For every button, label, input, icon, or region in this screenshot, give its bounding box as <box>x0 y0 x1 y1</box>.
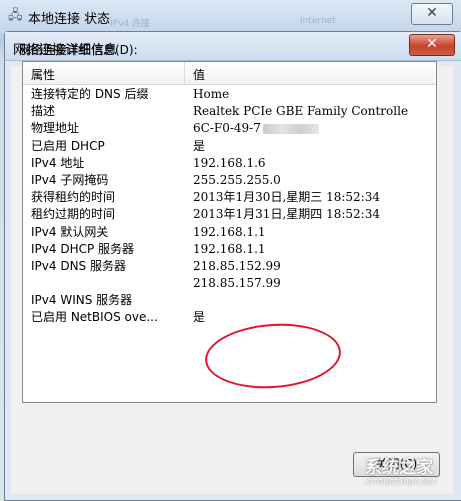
table-row[interactable]: 已启用 DHCP 是 <box>23 138 436 155</box>
list-rows: 连接特定的 DNS 后缀 Home 描述 Realtek PCIe GBE Fami… <box>23 86 436 327</box>
row-property: IPv4 DNS 服务器 <box>31 258 126 273</box>
table-row[interactable]: 物理地址 6C-F0-49-7 <box>23 120 436 137</box>
row-value: 218.85.157.99 <box>193 276 281 291</box>
parent-title-bar: 🖧 本地连接 状态 IPv4 连接 Internet ✕ <box>0 0 461 34</box>
row-value: 是 <box>193 310 206 325</box>
row-property: 租约过期的时间 <box>31 207 116 222</box>
row-value-wrap: 6C-F0-49-7 <box>193 120 319 137</box>
row-value: 255.255.255.0 <box>193 172 281 187</box>
table-row[interactable]: IPv4 DHCP 服务器 192.168.1.1 <box>23 241 436 258</box>
close-button[interactable]: 关闭(C) <box>353 452 440 477</box>
row-property: 物理地址 <box>31 121 80 136</box>
table-row[interactable]: IPv4 子网掩码 255.255.255.0 <box>23 172 436 189</box>
row-value: 6C-F0-49-7 <box>193 121 261 136</box>
table-row[interactable]: 连接特定的 DNS 后缀 Home <box>23 86 436 103</box>
table-row[interactable]: IPv4 地址 192.168.1.6 <box>23 155 436 172</box>
dialog-close-button[interactable]: ✕ <box>409 34 455 56</box>
table-row[interactable]: IPv4 WINS 服务器 <box>23 292 436 309</box>
parent-faded-tab: Internet <box>300 16 336 26</box>
table-row[interactable]: 描述 Realtek PCIe GBE Family Controlle <box>23 103 436 120</box>
row-value: 218.85.152.99 <box>193 258 281 273</box>
redacted-mac-blur <box>262 123 319 134</box>
parent-faded-tab: IPv4 连接 <box>110 19 150 29</box>
row-value: 192.168.1.6 <box>193 155 266 170</box>
row-property: 连接特定的 DNS 后缀 <box>31 87 149 101</box>
row-property: IPv4 地址 <box>31 155 85 170</box>
column-header-value[interactable]: 值 <box>193 66 205 83</box>
row-value: 192.168.1.1 <box>193 224 266 239</box>
row-property: 已启用 DHCP <box>31 138 105 153</box>
table-row[interactable]: 218.85.157.99 <box>23 275 436 292</box>
details-group-label: 网络连接详细信息(D): <box>19 43 138 57</box>
row-value: 2013年1月30日,星期三 18:52:34 <box>193 190 380 205</box>
table-row[interactable]: 租约过期的时间 2013年1月31日,星期四 18:52:34 <box>23 206 436 223</box>
table-row[interactable]: 已启用 NetBIOS ove... 是 <box>23 309 436 326</box>
table-row[interactable]: 获得租约的时间 2013年1月30日,星期三 18:52:34 <box>23 189 436 206</box>
row-value: Realtek PCIe GBE Family Controlle <box>193 104 409 119</box>
row-value: 192.168.1.1 <box>193 241 266 256</box>
row-value: 是 <box>193 138 206 153</box>
row-value: Home <box>193 87 230 101</box>
table-row[interactable]: IPv4 默认网关 192.168.1.1 <box>23 224 436 241</box>
list-header: 属性 值 <box>23 62 436 85</box>
table-row[interactable]: IPv4 DNS 服务器 218.85.152.99 <box>23 258 436 275</box>
row-value: 2013年1月31日,星期四 18:52:34 <box>193 207 380 222</box>
row-property: 描述 <box>31 104 56 119</box>
details-list[interactable]: 属性 值 连接特定的 DNS 后缀 Home 描述 Realtek PCIe GBE… <box>22 61 437 403</box>
column-divider[interactable] <box>184 62 185 84</box>
row-property: 获得租约的时间 <box>31 190 116 205</box>
dns-highlight-circle <box>202 319 344 393</box>
close-icon: ✕ <box>426 5 438 21</box>
row-property: IPv4 子网掩码 <box>31 172 109 187</box>
row-property: IPv4 WINS 服务器 <box>31 293 133 308</box>
parent-faded-tabs: IPv4 连接 Internet <box>0 16 461 30</box>
row-property: IPv4 DHCP 服务器 <box>31 241 135 256</box>
parent-close-button[interactable]: ✕ <box>411 3 453 25</box>
column-header-property[interactable]: 属性 <box>31 66 55 83</box>
row-property: IPv4 默认网关 <box>31 224 109 239</box>
close-icon: ✕ <box>426 36 438 52</box>
row-property: 已启用 NetBIOS ove... <box>31 310 158 325</box>
